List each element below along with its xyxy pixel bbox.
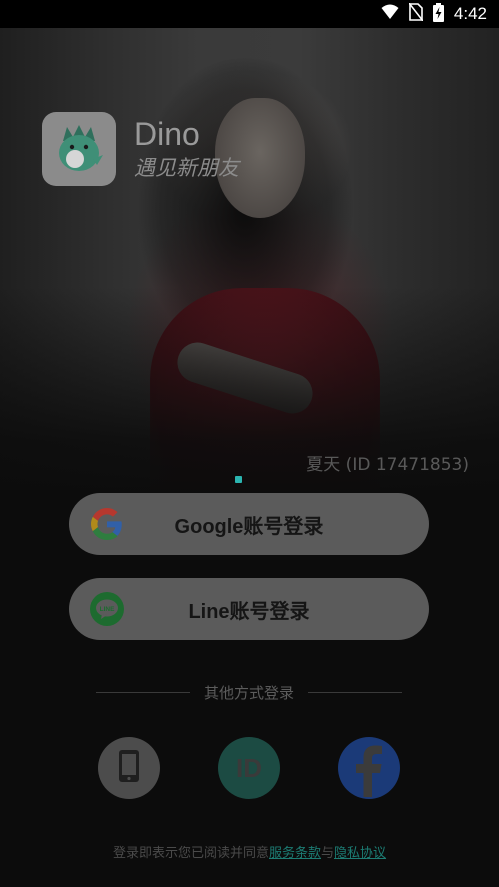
line-login-button[interactable]: LINE Line账号登录 bbox=[69, 578, 429, 640]
status-time: 4:42 bbox=[453, 4, 487, 23]
facebook-login-button[interactable] bbox=[338, 737, 400, 799]
battery-charging-icon bbox=[432, 2, 444, 26]
hero-photo bbox=[0, 28, 499, 498]
phone-login-button[interactable] bbox=[98, 737, 160, 799]
service-terms-link[interactable]: 服务条款 bbox=[269, 846, 321, 861]
privacy-policy-link[interactable]: 隐私协议 bbox=[334, 846, 386, 861]
google-login-button[interactable]: Google账号登录 bbox=[69, 493, 429, 555]
brand: Dino 遇见新朋友 bbox=[42, 112, 239, 186]
id-icon: ID bbox=[236, 752, 262, 783]
other-methods-label: 其他方式登录 bbox=[204, 683, 295, 702]
brand-name: Dino bbox=[134, 116, 200, 152]
line-icon: LINE bbox=[89, 591, 125, 627]
google-login-label: Google账号登录 bbox=[174, 515, 324, 538]
divider-line-left bbox=[96, 691, 190, 693]
other-methods-divider: 其他方式登录 bbox=[96, 680, 403, 704]
divider-line-right bbox=[308, 691, 403, 693]
terms-text: 登录即表示您已阅读并同意服务条款与隐私协议 bbox=[0, 842, 499, 861]
phone-icon bbox=[118, 749, 140, 787]
hero-fade bbox=[0, 28, 499, 498]
wifi-icon bbox=[381, 4, 399, 24]
brand-text: Dino 遇见新朋友 bbox=[134, 116, 239, 182]
line-icon-text: LINE bbox=[100, 606, 115, 613]
google-icon bbox=[89, 506, 125, 542]
dino-mascot-icon bbox=[42, 112, 116, 186]
status-bar: 4:42 bbox=[0, 0, 499, 28]
terms-prefix: 登录即表示您已阅读并同意 bbox=[112, 846, 269, 861]
loading-indicator bbox=[235, 476, 242, 483]
id-login-button[interactable]: ID bbox=[218, 737, 280, 799]
terms-conjunction: 与 bbox=[321, 846, 335, 861]
no-sim-icon bbox=[408, 2, 424, 25]
photo-owner-label: 夏天 (ID 17471853) bbox=[306, 455, 469, 475]
brand-slogan: 遇见新朋友 bbox=[134, 156, 239, 180]
facebook-icon bbox=[338, 737, 400, 799]
line-login-label: Line账号登录 bbox=[188, 600, 310, 623]
status-icons: 4:42 bbox=[381, 2, 487, 26]
